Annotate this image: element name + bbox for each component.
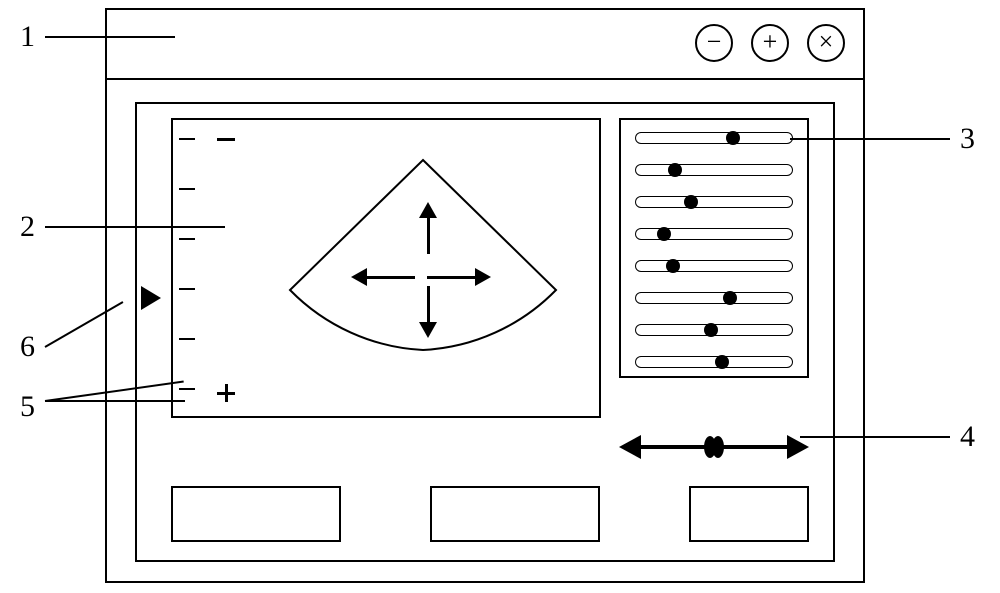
gain-slider[interactable] xyxy=(635,260,793,272)
callout-4: 4 xyxy=(960,420,975,454)
gain-slider[interactable] xyxy=(635,132,793,144)
close-icon: × xyxy=(819,29,834,55)
content-panel xyxy=(135,102,835,562)
sector-scan-icon xyxy=(273,150,573,410)
ruler-tick xyxy=(179,138,195,140)
slider-thumb[interactable] xyxy=(723,291,737,305)
slider-thumb[interactable] xyxy=(704,323,718,337)
gain-slider[interactable] xyxy=(635,292,793,304)
gain-slider[interactable] xyxy=(635,164,793,176)
title-bar: − + × xyxy=(107,10,863,80)
slider-thumb[interactable] xyxy=(666,259,680,273)
zoom-in-icon[interactable] xyxy=(217,384,235,402)
leader-2 xyxy=(45,226,225,228)
gain-slider[interactable] xyxy=(635,356,793,368)
pan-down-icon[interactable] xyxy=(419,286,437,338)
slider-thumb[interactable] xyxy=(668,163,682,177)
ruler-tick xyxy=(179,188,195,190)
ruler-tick xyxy=(179,238,195,240)
leader-4 xyxy=(800,436,950,438)
gain-slider[interactable] xyxy=(635,228,793,240)
focus-marker-icon[interactable] xyxy=(141,286,161,310)
slider-thumb[interactable] xyxy=(657,227,671,241)
maximize-button[interactable]: + xyxy=(751,24,789,62)
pan-left-icon[interactable] xyxy=(351,268,415,286)
device-frame: − + × xyxy=(105,8,865,583)
callout-3: 3 xyxy=(960,122,975,156)
callout-1: 1 xyxy=(20,20,35,54)
arrow-left-icon xyxy=(619,435,641,459)
ruler-tick xyxy=(179,288,195,290)
ruler-tick xyxy=(179,338,195,340)
gain-slider[interactable] xyxy=(635,196,793,208)
bottom-button-row xyxy=(171,486,809,542)
leader-5 xyxy=(45,400,185,402)
ruler-tick xyxy=(179,388,195,390)
range-thumb[interactable] xyxy=(707,436,721,458)
minus-icon: − xyxy=(707,29,722,55)
gain-slider[interactable] xyxy=(635,324,793,336)
pan-right-icon[interactable] xyxy=(427,268,491,286)
slider-thumb[interactable] xyxy=(726,131,740,145)
bottom-button[interactable] xyxy=(689,486,809,542)
diagram-stage: − + × xyxy=(0,0,1000,593)
close-button[interactable]: × xyxy=(807,24,845,62)
minimize-button[interactable]: − xyxy=(695,24,733,62)
gain-sliders-panel xyxy=(619,118,809,378)
callout-6: 6 xyxy=(20,330,35,364)
slider-thumb[interactable] xyxy=(684,195,698,209)
pan-up-icon[interactable] xyxy=(419,202,437,254)
arrow-right-icon xyxy=(787,435,809,459)
callout-2: 2 xyxy=(20,210,35,244)
leader-3 xyxy=(790,138,950,140)
leader-1 xyxy=(45,36,175,38)
image-display-area[interactable] xyxy=(171,118,601,418)
horizontal-range[interactable] xyxy=(619,434,809,460)
bottom-button[interactable] xyxy=(171,486,341,542)
zoom-out-icon[interactable] xyxy=(217,138,235,141)
plus-icon: + xyxy=(763,29,778,55)
callout-5: 5 xyxy=(20,390,35,424)
window-buttons: − + × xyxy=(695,24,845,62)
slider-thumb[interactable] xyxy=(715,355,729,369)
bottom-button[interactable] xyxy=(430,486,600,542)
depth-ruler xyxy=(179,138,201,402)
